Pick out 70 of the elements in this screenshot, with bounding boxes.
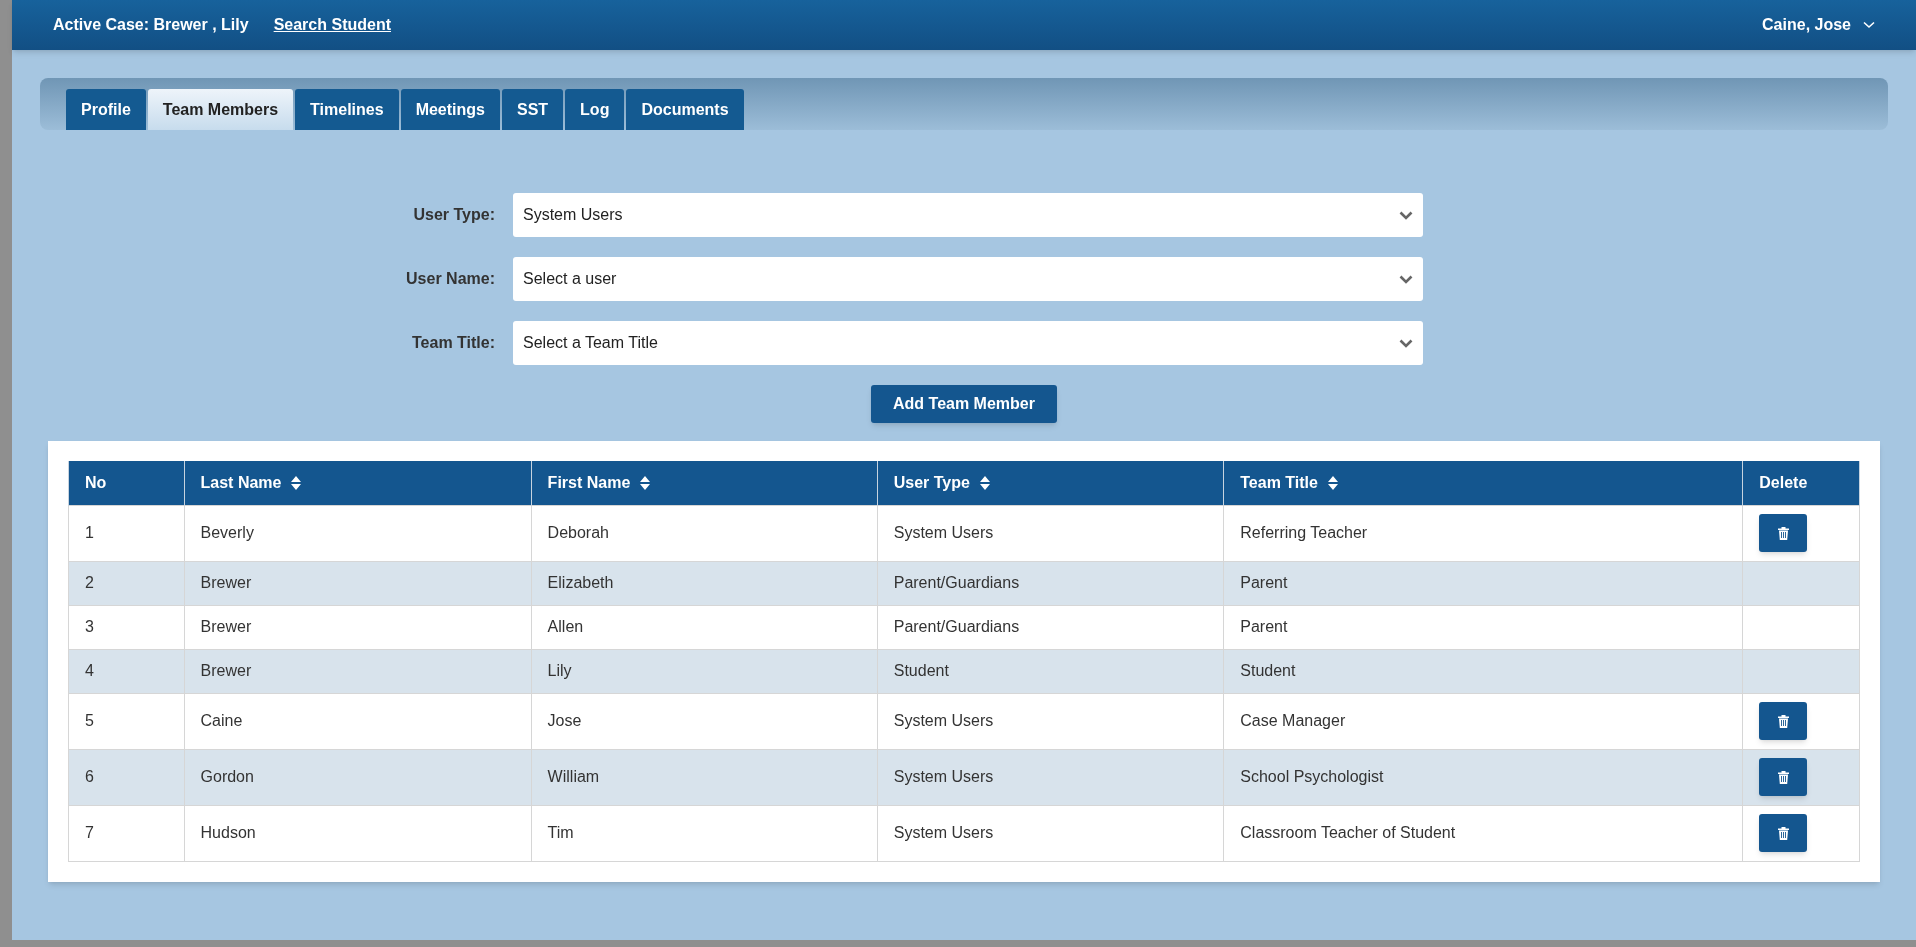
table-cell: Brewer [184,649,532,693]
column-header[interactable]: Team Title [1223,461,1743,505]
field-label: Team Title: [411,333,495,353]
table-cell: Student [877,649,1224,693]
table-cell: Case Manager [1223,693,1743,749]
chevron-down-icon [1399,274,1413,284]
table-cell: Parent [1223,561,1743,605]
chevron-down-icon [1399,210,1413,220]
column-header[interactable]: Last Name [184,461,532,505]
tab[interactable]: Meetings [400,89,500,130]
tab[interactable]: SST [501,89,564,130]
trash-icon [1777,526,1789,540]
table-cell: Gordon [184,749,532,805]
dropdown-field[interactable]: Select a Team Title [513,321,1423,365]
tab[interactable]: Team Members [147,89,294,130]
table-cell: 2 [68,561,185,605]
delete-button[interactable] [1759,814,1808,852]
table-cell: 7 [68,805,185,861]
dropdown-field[interactable]: Select a user [513,257,1423,301]
table-cell: Caine [184,693,532,749]
chevron-down-icon [1863,21,1875,29]
table-cell: Classroom Teacher of Student [1223,805,1743,861]
table-cell: System Users [877,693,1224,749]
field-label: User Name: [405,269,495,289]
table-cell: 5 [68,693,185,749]
delete-button[interactable] [1759,758,1808,796]
tab[interactable]: Documents [626,89,744,130]
field-label: User Type: [412,205,495,225]
add-team-member-button[interactable]: Add Team Member [871,385,1057,423]
table-cell: Student [1223,649,1743,693]
trash-icon [1777,714,1789,728]
table-cell: Elizabeth [531,561,878,605]
table-cell: Hudson [184,805,532,861]
table-cell: System Users [877,749,1224,805]
column-header[interactable]: First Name [531,461,878,505]
delete-button[interactable] [1759,702,1808,740]
table-cell: 3 [68,605,185,649]
table-cell: Brewer [184,561,532,605]
table-cell: 6 [68,749,185,805]
table-cell: Tim [531,805,878,861]
search-student-link[interactable]: Search Student [273,13,391,37]
column-header: No [68,461,185,505]
table-cell: Allen [531,605,878,649]
table-cell: Parent/Guardians [877,561,1224,605]
tab[interactable]: Log [565,89,625,130]
table-cell: School Psychologist [1223,749,1743,805]
table-cell: 4 [68,649,185,693]
trash-icon [1777,770,1789,784]
table-cell: Deborah [531,505,878,561]
tab[interactable]: Timelines [295,89,399,130]
table-cell: Beverly [184,505,532,561]
table-cell: Parent [1223,605,1743,649]
active-case-label: Active Case: Brewer , Lily [53,15,249,35]
trash-icon [1777,826,1789,840]
user-menu[interactable]: Caine, Jose [1762,13,1875,37]
table-cell: Brewer [184,605,532,649]
table-cell: Parent/Guardians [877,605,1224,649]
table-cell: Lily [531,649,878,693]
column-header[interactable]: User Type [877,461,1224,505]
table-cell: Referring Teacher [1223,505,1743,561]
column-header: Delete [1742,461,1860,505]
chevron-down-icon [1399,338,1413,348]
delete-button[interactable] [1759,514,1808,552]
table-cell: 1 [68,505,185,561]
table-cell: System Users [877,505,1224,561]
table-cell: System Users [877,805,1224,861]
dropdown-field[interactable]: System Users [513,193,1423,237]
table-cell: William [531,749,878,805]
tab[interactable]: Profile [66,89,146,130]
table-cell: Jose [531,693,878,749]
